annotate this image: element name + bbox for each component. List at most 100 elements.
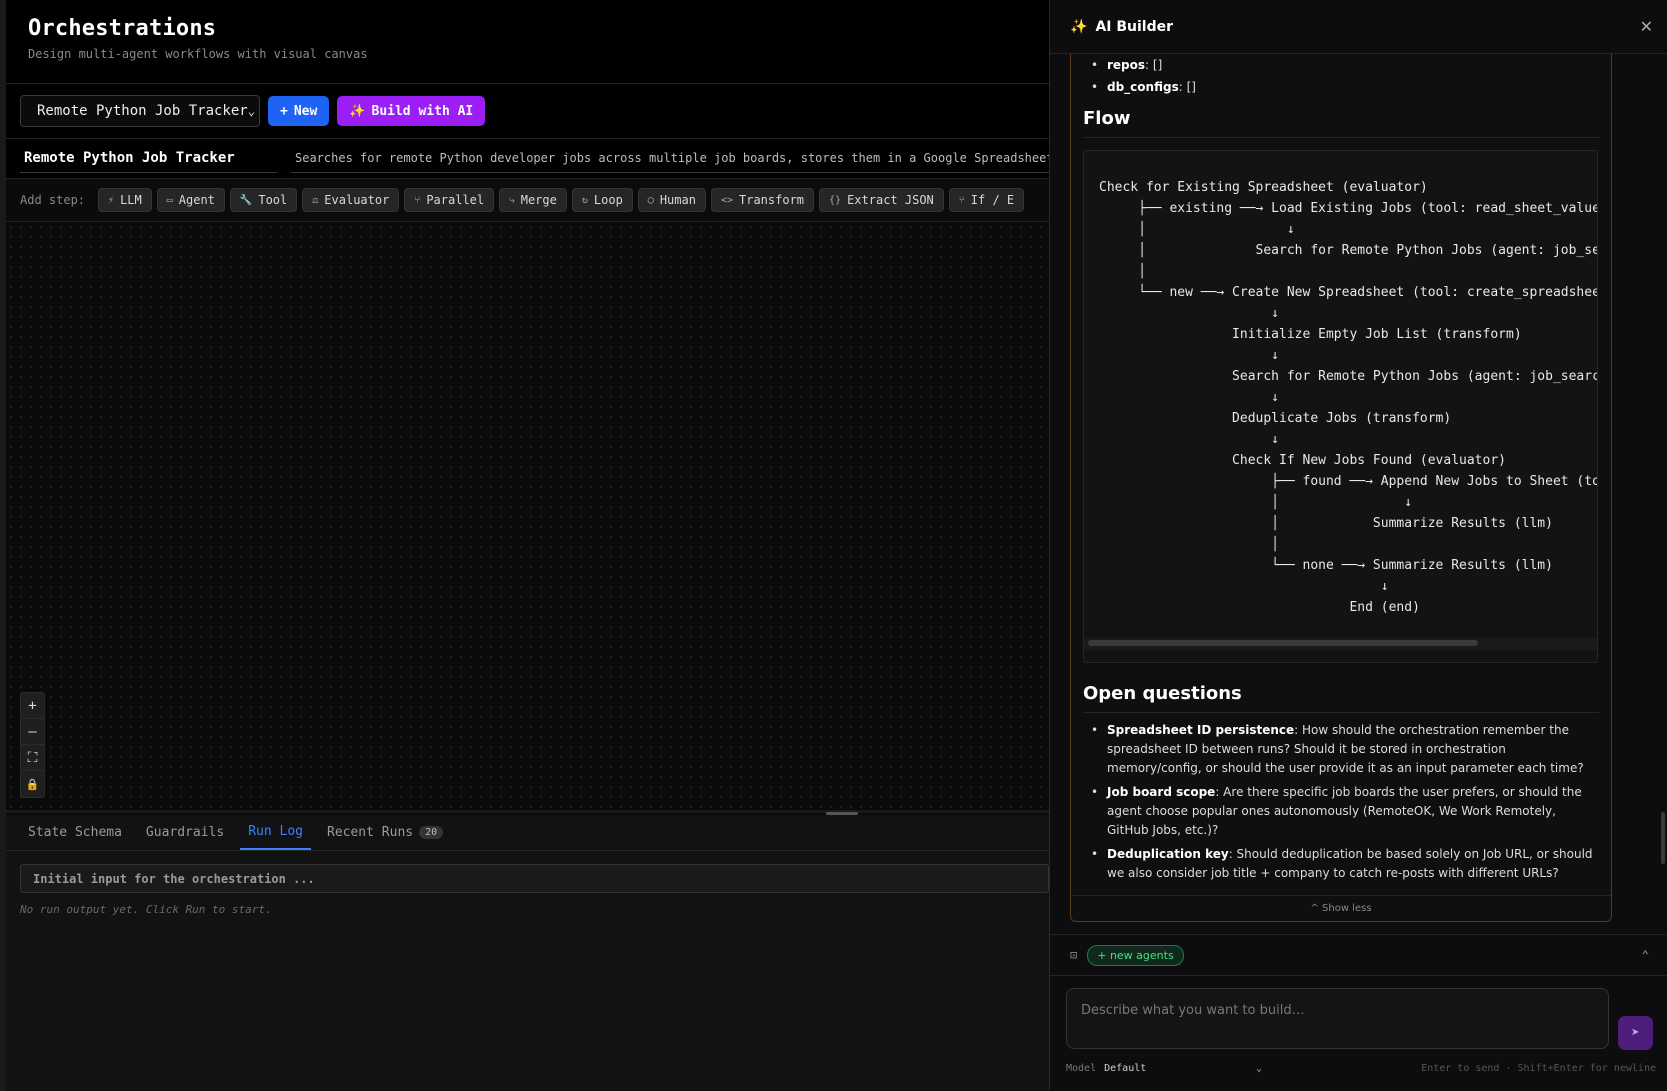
step-chip-extract-json[interactable]: {} Extract JSON <box>819 188 944 212</box>
list-item: Job board scope: Are there specific job … <box>1083 783 1599 840</box>
fit-view-button[interactable]: ⛶ <box>21 745 44 771</box>
page-header: Orchestrations Design multi-agent workfl… <box>6 0 1049 84</box>
zoom-in-button[interactable]: + <box>21 693 44 719</box>
orchestration-description-input[interactable]: Searches for remote Python developer job… <box>291 145 1049 173</box>
flow-heading: Flow <box>1083 108 1599 138</box>
list-item-key: db_configs <box>1107 80 1179 94</box>
main-area: Orchestrations Design multi-agent workfl… <box>0 0 1049 1091</box>
workflow-canvas[interactable]: + — ⛶ 🔒 <box>6 222 1049 812</box>
step-chip-label: Agent <box>178 193 215 207</box>
branch-icon: ⑂ <box>958 194 965 206</box>
orchestration-name-input[interactable]: Remote Python Job Tracker <box>20 145 277 173</box>
show-less-button[interactable]: ^ Show less <box>1071 895 1611 921</box>
step-chip-merge[interactable]: ⤷ Merge <box>499 188 567 212</box>
chevron-up-icon[interactable]: ⌃ <box>1642 948 1649 962</box>
question-key: Spreadsheet ID persistence <box>1107 723 1295 737</box>
new-agents-badge[interactable]: + new agents <box>1087 944 1184 966</box>
zoom-out-button[interactable]: — <box>21 719 44 745</box>
list-item-value: : [] <box>1145 58 1163 72</box>
horizontal-scrollbar[interactable] <box>1088 640 1478 646</box>
step-chip-label: Evaluator <box>324 193 390 207</box>
ai-builder-title: AI Builder <box>1095 18 1174 35</box>
send-icon: ➤ <box>1631 1025 1640 1041</box>
list-item: repos: [] <box>1083 54 1599 76</box>
new-button[interactable]: + New <box>268 96 330 126</box>
toolbar: Remote Python Job Tracker ⌄ + New ✨ Buil… <box>6 84 1049 139</box>
bottom-panel: State Schema Guardrails Run Log Recent R… <box>6 815 1049 1091</box>
merge-icon: ⤷ <box>509 194 515 206</box>
question-key: Deduplication key <box>1107 847 1229 861</box>
list-item: db_configs: [] <box>1083 76 1599 98</box>
add-step-label: Add step: <box>20 193 86 207</box>
orchestration-details: Remote Python Job Tracker Searches for r… <box>6 139 1049 179</box>
step-chip-label: Merge <box>520 193 557 207</box>
tab-label: Guardrails <box>145 825 225 840</box>
step-chip-label: Loop <box>593 193 623 207</box>
open-questions-heading: Open questions <box>1083 683 1599 713</box>
step-chip-transform[interactable]: <> Transform <box>710 188 815 212</box>
step-chip-loop[interactable]: ↻ Loop <box>571 188 633 212</box>
run-input-field[interactable]: Initial input for the orchestration ... <box>20 864 1049 893</box>
page-title: Orchestrations <box>28 16 217 41</box>
list-item: Deduplication key: Should deduplication … <box>1083 845 1599 883</box>
model-select[interactable]: Default <box>1104 1063 1146 1074</box>
bolt-icon: ⚡ <box>108 194 115 206</box>
list-item-value: : [] <box>1178 80 1196 94</box>
bottom-tabs: State Schema Guardrails Run Log Recent R… <box>6 815 1049 851</box>
flow-code-block: Check for Existing Spreadsheet (evaluato… <box>1083 150 1598 663</box>
chat-input[interactable]: Describe what you want to build… <box>1066 988 1609 1049</box>
tab-guardrails[interactable]: Guardrails <box>138 815 232 850</box>
step-chip-parallel[interactable]: ⑂ Parallel <box>404 188 495 212</box>
chevron-down-icon[interactable]: ⌄ <box>1256 1063 1262 1074</box>
build-with-ai-label: Build with AI <box>371 103 474 119</box>
braces-icon: {} <box>829 194 842 206</box>
scale-icon: ⚖ <box>312 194 319 206</box>
step-chip-tool[interactable]: 🔧 Tool <box>229 188 298 212</box>
orchestration-select[interactable]: Remote Python Job Tracker ⌄ <box>20 95 260 127</box>
send-hint: Enter to send · Shift+Enter for newline <box>1421 1062 1656 1074</box>
plan-card: repos: [] db_configs: [] Flow Check for … <box>1070 54 1612 922</box>
loop-icon: ↻ <box>581 194 588 206</box>
build-with-ai-button[interactable]: ✨ Build with AI <box>337 96 486 126</box>
list-item: Spreadsheet ID persistence: How should t… <box>1083 721 1599 778</box>
step-chip-label: If / E <box>970 193 1015 207</box>
new-button-label: New <box>293 103 318 119</box>
step-chip-evaluator[interactable]: ⚖ Evaluator <box>302 188 400 212</box>
tab-recent-runs[interactable]: Recent Runs 20 <box>319 815 451 850</box>
step-chip-label: Transform <box>739 193 805 207</box>
add-step-bar: Add step: ⚡ LLM ▭ Agent 🔧 Tool ⚖ Evaluator ⑂… <box>6 179 1049 222</box>
canvas-controls: + — ⛶ 🔒 <box>20 692 45 798</box>
step-chip-if-else[interactable]: ⑂ If / E <box>948 188 1025 212</box>
step-chip-label: Human <box>659 193 696 207</box>
orchestration-select-value: Remote Python Job Tracker <box>37 103 248 119</box>
flow-text: Check for Existing Spreadsheet (evaluato… <box>1099 180 1598 615</box>
resize-divider[interactable] <box>6 810 1049 813</box>
step-chip-label: Tool <box>258 193 288 207</box>
wrench-icon: 🔧 <box>239 194 253 206</box>
question-key: Job board scope <box>1107 785 1216 799</box>
step-chip-label: LLM <box>120 193 142 207</box>
tab-label: Run Log <box>248 824 303 839</box>
close-icon[interactable]: ✕ <box>1640 17 1653 36</box>
tab-run-log[interactable]: Run Log <box>240 815 311 850</box>
bot-icon: ▭ <box>166 194 173 206</box>
panel-scrollbar[interactable] <box>1661 812 1665 864</box>
list-item-key: repos <box>1107 58 1146 72</box>
open-questions-list: Spreadsheet ID persistence: How should t… <box>1083 721 1599 883</box>
tab-label: Recent Runs <box>327 825 414 840</box>
model-label: Model <box>1066 1062 1097 1074</box>
step-chip-agent[interactable]: ▭ Agent <box>156 188 225 212</box>
send-button[interactable]: ➤ <box>1618 1016 1653 1050</box>
step-chip-label: Parallel <box>426 193 485 207</box>
ai-builder-header: ✨ AI Builder ✕ <box>1050 0 1667 54</box>
user-icon: ◯ <box>647 194 654 206</box>
config-list: repos: [] db_configs: [] <box>1083 54 1599 98</box>
step-chip-human[interactable]: ◯ Human <box>637 188 706 212</box>
tab-state-schema[interactable]: State Schema <box>20 815 130 850</box>
git-fork-icon: ⑂ <box>414 194 421 206</box>
ai-builder-panel: ✨ AI Builder ✕ repos: [] db_configs: [] … <box>1049 0 1667 1091</box>
lock-button[interactable]: 🔒 <box>21 771 44 797</box>
step-chip-llm[interactable]: ⚡ LLM <box>98 188 152 212</box>
page-subtitle: Design multi-agent workflows with visual… <box>28 47 368 61</box>
sparkles-icon: ✨ <box>1070 18 1088 35</box>
